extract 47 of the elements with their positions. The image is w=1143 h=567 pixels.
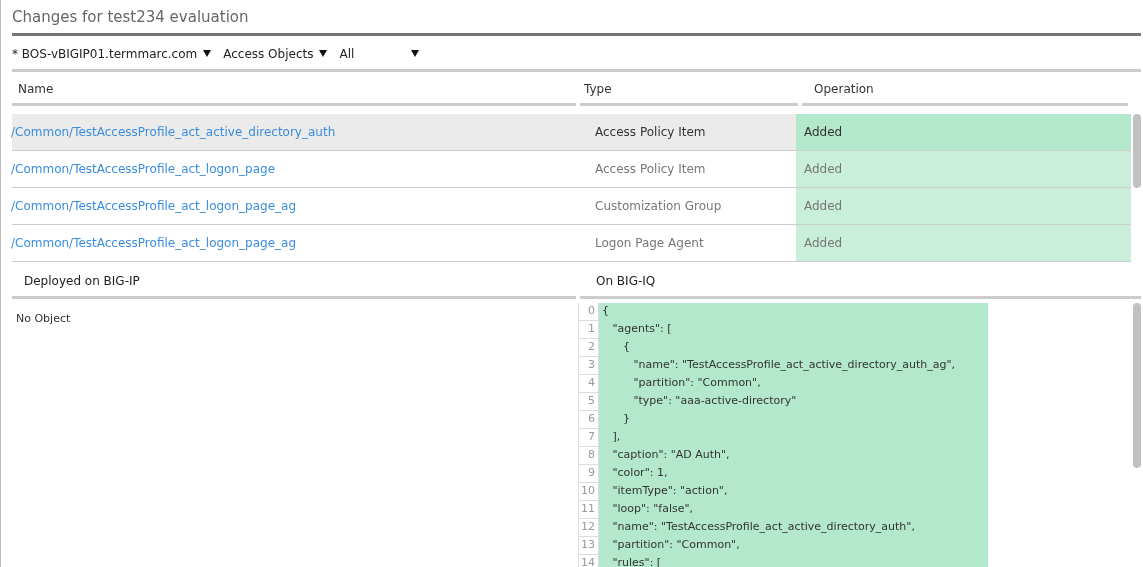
operation-cell: Added [796, 150, 1131, 187]
table-row[interactable]: /Common/TestAccessProfile_act_logon_page_ag Customization Group Added [12, 187, 1131, 225]
scrollbar[interactable] [1133, 302, 1141, 468]
code-line: "loop": "false", [611, 501, 694, 518]
code-line: { [601, 303, 609, 320]
object-link[interactable]: /Common/TestAccessProfile_act_logon_page_ag [11, 233, 595, 252]
dropdown[interactable]: Access Objects [223, 44, 328, 63]
code-line: "agents": [ [611, 321, 672, 338]
panel-heading: On BIG-IQ [580, 271, 1141, 299]
caret-icon [203, 50, 212, 57]
table-row[interactable]: /Common/TestAccessProfile_act_active_directory_auth Access Policy Item Added [12, 113, 1131, 151]
code-line: } [621, 411, 630, 428]
code-line: "name": "TestAccessProfile_act_active_directory_auth", [611, 519, 915, 536]
code-line: ], [611, 429, 621, 446]
table-cell-text: Logon Page Agent [595, 234, 705, 252]
code-line: { [621, 339, 630, 356]
dropdown[interactable]: * BOS-vBIGIP01.termmarc.com [12, 44, 212, 63]
line-number: 0 [578, 302, 599, 321]
table-cell-text: Access Policy Item [595, 123, 707, 141]
operation-cell: Added [796, 224, 1131, 261]
table-row[interactable]: /Common/TestAccessProfile_act_logon_page Access Policy Item Added [12, 150, 1131, 188]
code-line: "partition": "Common", [611, 537, 740, 554]
empty-message: No Object [16, 311, 71, 325]
code-line: "caption": "AD Auth", [611, 447, 730, 464]
column-header: Operation [802, 79, 1128, 106]
scrollbar[interactable] [1133, 113, 1141, 188]
dropdown[interactable]: All [339, 44, 420, 63]
operation-cell: Added [796, 113, 1131, 150]
panel-heading: Deployed on BIG-IP [12, 271, 576, 299]
code-line: "color": 1, [611, 465, 668, 482]
code-line: "partition": "Common", [632, 375, 761, 392]
caret-icon [319, 50, 328, 57]
operation-cell: Added [796, 187, 1131, 224]
code-line: "name": "TestAccessProfile_act_active_directory_auth_ag", [632, 357, 956, 374]
column-header: Type [580, 79, 798, 106]
dialog-title: Changes for test234 evaluation [12, 0, 1141, 36]
code-line: "type": "aaa-active-directory" [632, 393, 797, 410]
table-cell-text: Customization Group [595, 197, 723, 215]
object-link[interactable]: /Common/TestAccessProfile_act_logon_page [11, 159, 595, 178]
code-line: "itemType": "action", [611, 483, 728, 500]
table-row[interactable]: /Common/TestAccessProfile_act_logon_page_ag Logon Page Agent Added [12, 224, 1131, 262]
object-link[interactable]: /Common/TestAccessProfile_act_logon_page_ag [11, 196, 595, 215]
caret-icon [411, 50, 420, 57]
column-header: Name [12, 79, 576, 106]
object-link[interactable]: /Common/TestAccessProfile_act_active_directory_auth [11, 122, 595, 141]
table-cell-text: Access Policy Item [595, 160, 707, 178]
code-line: "rules": [ [611, 555, 662, 567]
